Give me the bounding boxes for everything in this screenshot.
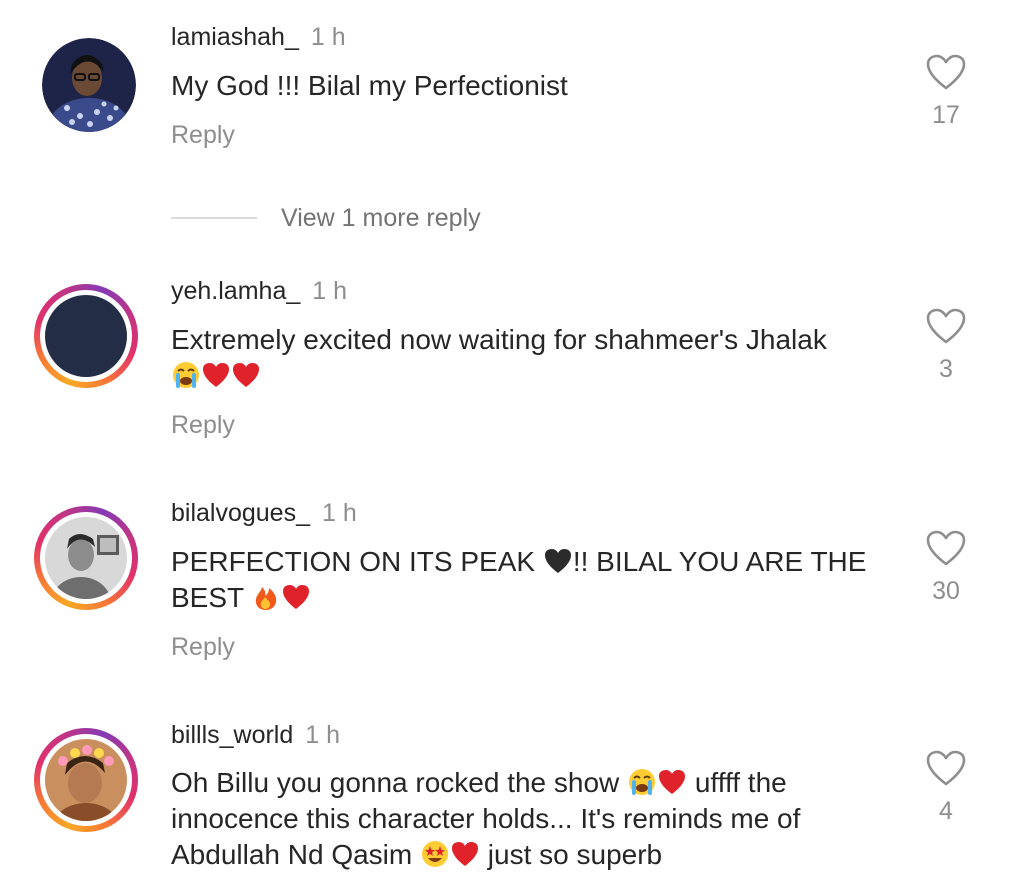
like-button[interactable]: 3 — [920, 308, 972, 384]
comment-header: billls_world 1 h — [171, 720, 340, 750]
comment-text: My God !!! Bilal my Perfectionist — [171, 70, 568, 101]
reply-button[interactable]: Reply — [171, 120, 235, 150]
comment-text-part: Abdullah Nd Qasim — [171, 839, 421, 870]
like-count: 3 — [939, 355, 953, 383]
heart-icon[interactable] — [926, 308, 966, 344]
reply-button[interactable]: Reply — [171, 410, 235, 440]
divider — [171, 217, 257, 219]
comment-text-part: !! BILAL YOU ARE THE — [572, 546, 867, 577]
crying-face-emoji — [629, 769, 656, 795]
comment-text-part: uffff the — [687, 767, 787, 798]
comment-text-part: just so superb — [480, 839, 663, 870]
reply-button[interactable]: Reply — [171, 632, 235, 662]
heart-icon[interactable] — [926, 750, 966, 786]
black-heart-emoji — [544, 549, 571, 573]
timestamp: 1 h — [322, 499, 357, 527]
red-heart-emoji — [659, 770, 686, 794]
fire-emoji — [256, 587, 277, 610]
username[interactable]: bilalvogues_ — [171, 499, 310, 527]
timestamp: 1 h — [312, 277, 348, 305]
username[interactable]: lamiashah_ — [171, 23, 299, 51]
like-button[interactable]: 17 — [920, 54, 972, 130]
avatar[interactable] — [34, 284, 138, 388]
star-struck-emoji — [422, 841, 449, 867]
comment-text: PERFECTION ON ITS PEAK !! BILAL YOU ARE … — [171, 544, 891, 616]
like-count: 17 — [932, 101, 960, 129]
comment-text-part: PERFECTION ON ITS PEAK — [171, 546, 543, 577]
comment-text-part: innocence this character holds... It's r… — [171, 803, 801, 834]
crying-face-emoji — [173, 362, 199, 388]
red-heart-emoji — [452, 842, 479, 866]
comment-text: Oh Billu you gonna rocked the show uffff… — [171, 765, 891, 873]
avatar[interactable] — [34, 506, 138, 610]
comment-text-part: Oh Billu you gonna rocked the show — [171, 767, 628, 798]
like-button[interactable]: 4 — [920, 750, 972, 826]
red-heart-emoji — [203, 363, 229, 387]
comment-header: lamiashah_ 1 h — [171, 22, 346, 52]
view-more-label[interactable]: View 1 more reply — [281, 203, 481, 233]
comment-text: Extremely excited now waiting for shahme… — [171, 322, 891, 394]
comment-header: bilalvogues_ 1 h — [171, 498, 357, 528]
comment-text-part: BEST — [171, 582, 252, 613]
like-button[interactable]: 30 — [920, 530, 972, 606]
heart-icon[interactable] — [926, 54, 966, 90]
like-count: 4 — [939, 797, 953, 825]
comment-text-body: Extremely excited now waiting for shahme… — [171, 324, 827, 355]
like-count: 30 — [932, 577, 960, 605]
heart-icon[interactable] — [926, 530, 966, 566]
timestamp: 1 h — [310, 23, 346, 51]
username[interactable]: yeh.lamha_ — [171, 277, 300, 305]
username[interactable]: billls_world — [171, 721, 293, 749]
red-heart-emoji — [283, 585, 310, 609]
comment-header: yeh.lamha_ 1 h — [171, 276, 347, 306]
red-heart-emoji — [233, 363, 259, 387]
avatar[interactable] — [34, 30, 138, 134]
timestamp: 1 h — [305, 721, 341, 749]
avatar[interactable] — [34, 728, 138, 832]
